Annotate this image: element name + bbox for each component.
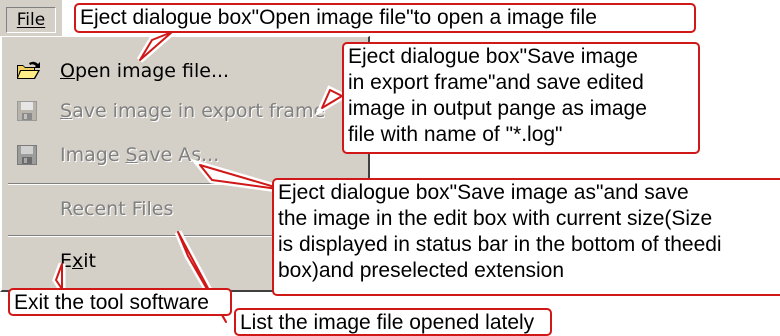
callout-save-image-in-export-frame: Eject dialogue box"Save image in export … — [342, 42, 700, 154]
callout-image-save-as: Eject dialogue box"Save image as"and sav… — [272, 178, 780, 296]
callout-open-image-file: Eject dialogue box"Open image file"to op… — [74, 3, 696, 33]
callout-exit: Exit the tool software — [8, 288, 232, 316]
callout-recent-files: List the image file opened lately — [234, 308, 552, 336]
